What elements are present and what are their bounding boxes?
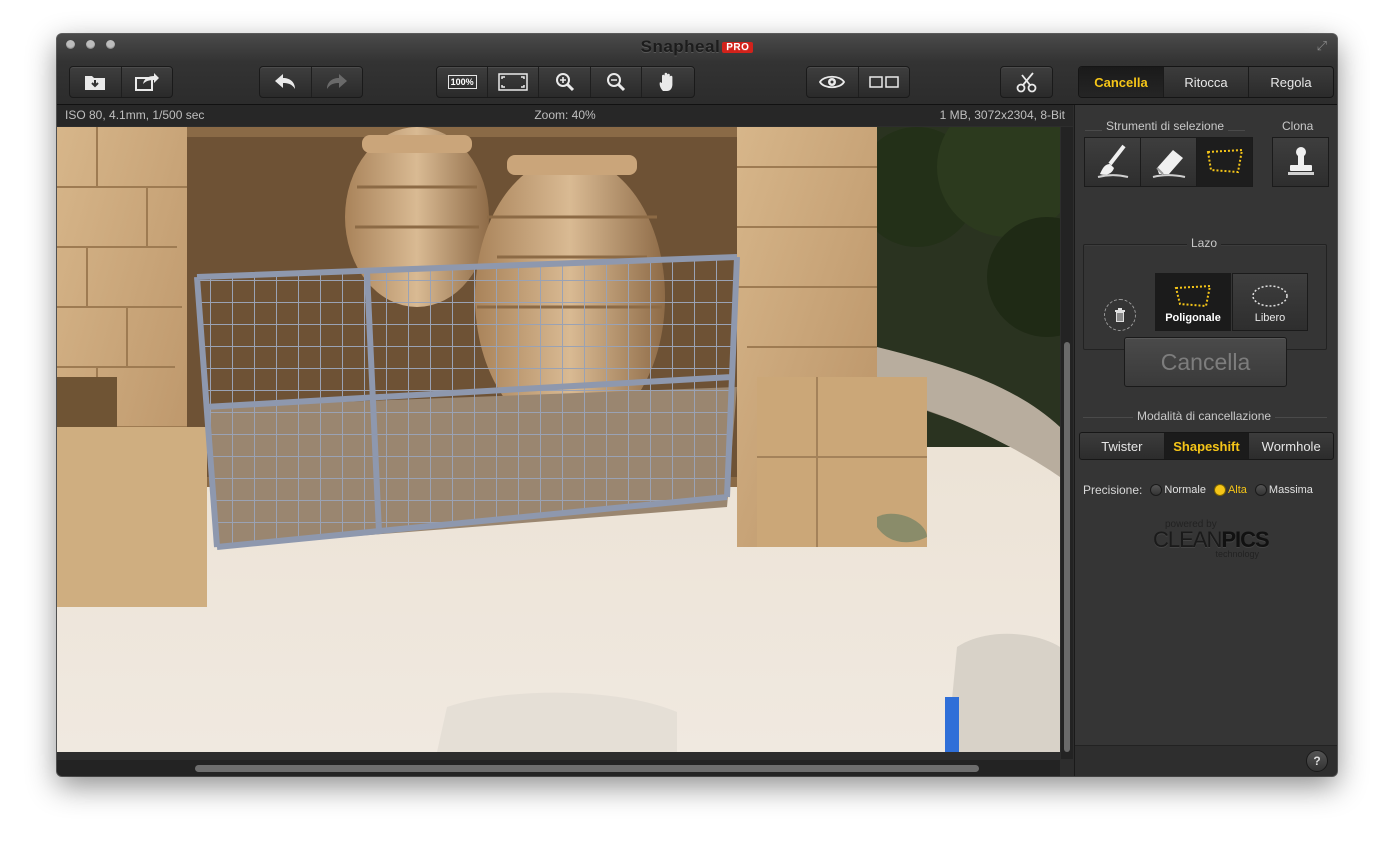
view-toolbar-group: 100% (436, 66, 695, 98)
hand-icon (659, 72, 673, 91)
history-toolbar-group (259, 66, 363, 98)
precision-normal-radio[interactable] (1150, 484, 1163, 496)
vertical-scroll-thumb[interactable] (1064, 342, 1070, 752)
zoom-level: Zoom: 40% (534, 108, 596, 122)
import-icon (85, 76, 106, 90)
precision-label: Precisione: (1083, 483, 1143, 497)
compare-button[interactable] (859, 67, 910, 97)
precision-normal-label[interactable]: Normale (1164, 484, 1206, 496)
horizontal-scroll-thumb[interactable] (195, 765, 979, 772)
lasso-free-button[interactable]: Libero (1232, 273, 1308, 331)
selection-tools-label: Strumenti di selezione (1102, 119, 1229, 133)
tools-panel: Strumenti di selezione Clona Lazo Poligo… (1074, 105, 1337, 776)
share-button[interactable] (122, 67, 173, 97)
crop-toolbar-group (1000, 66, 1053, 98)
zoom-out-icon (606, 73, 625, 92)
mode-tabs: Cancella Ritocca Regola (1078, 66, 1334, 98)
free-lasso-icon (1252, 285, 1288, 307)
mode-shapeshift[interactable]: Shapeshift (1164, 433, 1250, 459)
tab-regola[interactable]: Regola (1249, 67, 1333, 97)
zoom-100-icon: 100% (447, 75, 477, 89)
gate (194, 254, 740, 550)
eraser-tool-button[interactable] (1140, 137, 1197, 187)
zoom-in-button[interactable] (539, 67, 591, 97)
precision-max-label[interactable]: Massima (1269, 484, 1313, 496)
app-name: Snapheal (640, 37, 721, 56)
image-info-bar: ISO 80, 4.1mm, 1/500 sec Zoom: 40% 1 MB,… (57, 105, 1073, 126)
app-title: Snapheal PRO (57, 37, 1337, 57)
zoom-out-button[interactable] (591, 67, 642, 97)
eraser-icon (1152, 150, 1185, 178)
clone-label: Clona (1278, 119, 1318, 133)
lasso-free-label: Libero (1254, 312, 1286, 324)
app-window: Snapheal PRO ⤢ 100% Cancella Ritocca Reg… (57, 34, 1337, 776)
erase-modes: Twister Shapeshift Wormhole (1079, 432, 1334, 460)
zoom-100-button[interactable]: 100% (437, 67, 489, 97)
compare-icon (869, 76, 899, 88)
mode-twister[interactable]: Twister (1080, 433, 1165, 459)
undo-icon (275, 74, 296, 89)
brush-tool-button[interactable] (1084, 137, 1141, 187)
crop-icon (1016, 72, 1036, 93)
polygon-lasso-icon (1174, 284, 1212, 308)
titlebar: Snapheal PRO ⤢ 100% Cancella Ritocca Reg… (57, 34, 1337, 105)
precision-row: Precisione: Normale Alta Massima (1083, 483, 1313, 497)
lasso-icon (1206, 148, 1243, 174)
brand-clean: CLEAN (1153, 527, 1222, 552)
cleanpics-logo: powered by CLEANPICS technology (1153, 519, 1270, 559)
lasso-polygonal-button[interactable]: Poligonale (1155, 273, 1231, 331)
preview-button[interactable] (807, 67, 859, 97)
file-info: 1 MB, 3072x2304, 8-Bit (939, 108, 1065, 122)
fit-screen-icon (498, 73, 529, 91)
mode-wormhole[interactable]: Wormhole (1249, 433, 1333, 459)
lasso-tool-button[interactable] (1196, 137, 1253, 187)
tab-cancella[interactable]: Cancella (1079, 67, 1164, 97)
pro-badge: PRO (722, 42, 754, 53)
tab-ritocca[interactable]: Ritocca (1164, 67, 1249, 97)
clear-selection-button[interactable] (1104, 299, 1136, 331)
hand-button[interactable] (642, 67, 694, 97)
crop-button[interactable] (1001, 67, 1052, 97)
stamp-icon (1287, 147, 1314, 175)
zoom-in-icon (555, 73, 574, 92)
panel-footer: ? (1075, 745, 1337, 776)
lasso-options-box: Lazo Poligonale Libero (1083, 236, 1327, 350)
brush-icon (1097, 144, 1128, 178)
fit-screen-button[interactable] (488, 67, 540, 97)
file-toolbar-group (69, 66, 173, 98)
horizontal-scrollbar[interactable] (57, 760, 1060, 776)
lasso-polygonal-label: Poligonale (1165, 312, 1221, 324)
eye-icon (819, 75, 846, 89)
precision-max-radio[interactable] (1254, 484, 1267, 496)
erase-button[interactable]: Cancella (1124, 337, 1287, 387)
image-canvas[interactable] (57, 127, 1060, 752)
photo-image (57, 127, 1060, 752)
erase-mode-label: Modalità di cancellazione (1133, 409, 1276, 423)
undo-button[interactable] (260, 67, 312, 97)
redo-icon (326, 74, 347, 89)
vertical-scrollbar[interactable] (1061, 127, 1073, 759)
share-icon (134, 73, 159, 91)
trash-icon (1115, 308, 1125, 322)
redo-button[interactable] (312, 67, 363, 97)
precision-high-label[interactable]: Alta (1228, 484, 1247, 496)
clone-tool-button[interactable] (1272, 137, 1329, 187)
help-button[interactable]: ? (1306, 750, 1328, 772)
fullscreen-icon[interactable]: ⤢ (1317, 38, 1327, 54)
precision-high-radio[interactable] (1213, 484, 1226, 496)
preview-toolbar-group (806, 66, 910, 98)
import-button[interactable] (70, 67, 122, 97)
lasso-label: Lazo (1187, 236, 1222, 250)
